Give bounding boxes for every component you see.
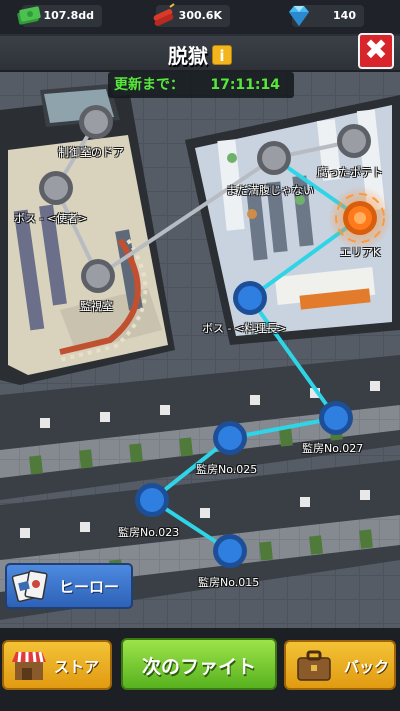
refresh-timer: 更新まで： 17:11:14 [108, 72, 294, 98]
hero-button-label: ヒーロー [59, 578, 120, 596]
node-area-k[interactable] [328, 186, 392, 250]
timer-label: 更新まで： [114, 77, 184, 93]
label-boss-chef: ボス - <料理長> [202, 322, 287, 335]
bag-button[interactable]: バック [284, 640, 396, 690]
resource-bar: 107.8dd 300.6K 140 [0, 0, 400, 34]
cash-counter: 107.8dd [17, 5, 102, 27]
label-cell-023: 監房No.023 [118, 526, 180, 539]
close-button[interactable]: ✖ [358, 33, 394, 69]
node-cell-027[interactable] [319, 401, 353, 435]
cash-icon [17, 6, 41, 25]
node-boss-messenger[interactable] [39, 171, 73, 205]
dynamite-icon [153, 3, 175, 26]
page-title: 脱獄 i [0, 40, 400, 69]
title-bar: 脱獄 i [0, 36, 400, 72]
diamond-icon [289, 6, 309, 26]
next-fight-button[interactable]: 次のファイト [121, 638, 277, 690]
next-fight-button-label: 次のファイト [141, 656, 256, 678]
node-cell-023[interactable] [135, 483, 169, 517]
bag-button-label: バック [344, 658, 390, 676]
gems-counter: 140 [289, 5, 364, 27]
label-cell-027: 監房No.027 [302, 442, 364, 455]
store-button-label: ストア [54, 658, 100, 676]
page-title-text: 脱獄 [168, 44, 208, 68]
label-not-full-yet: まだ満腹じゃない [226, 184, 314, 197]
label-rotten-potato: 腐ったポテト [317, 166, 383, 179]
node-cell-025[interactable] [213, 421, 247, 455]
label-area-k: エリアK [340, 246, 381, 259]
node-rotten-potato[interactable] [337, 124, 371, 158]
label-surveillance-room: 監視室 [80, 300, 113, 313]
dynamite-value: 300.6K [178, 9, 222, 22]
label-cell-015: 監房No.015 [198, 576, 260, 589]
label-cell-025: 監房No.025 [196, 463, 258, 476]
node-boss-chef[interactable] [233, 281, 267, 315]
briefcase-icon [297, 650, 331, 681]
cards-icon [11, 570, 48, 603]
node-not-full-yet[interactable] [257, 141, 291, 175]
close-icon: ✖ [364, 33, 388, 66]
info-icon[interactable]: i [212, 45, 232, 65]
gems-value: 140 [333, 9, 356, 22]
cash-value: 107.8dd [43, 9, 94, 22]
label-control-room-door: 制御室のドア [58, 146, 124, 159]
node-surveillance-room[interactable] [81, 259, 115, 293]
dynamite-counter: 300.6K [153, 3, 230, 27]
label-boss-messenger: ボス - <使者> [14, 212, 88, 225]
node-cell-015[interactable] [213, 534, 247, 568]
store-icon [12, 651, 46, 680]
hero-button[interactable]: ヒーロー [5, 563, 133, 609]
node-control-room-door[interactable] [79, 105, 113, 139]
store-button[interactable]: ストア [2, 640, 112, 690]
timer-value: 17:11:14 [210, 77, 280, 93]
